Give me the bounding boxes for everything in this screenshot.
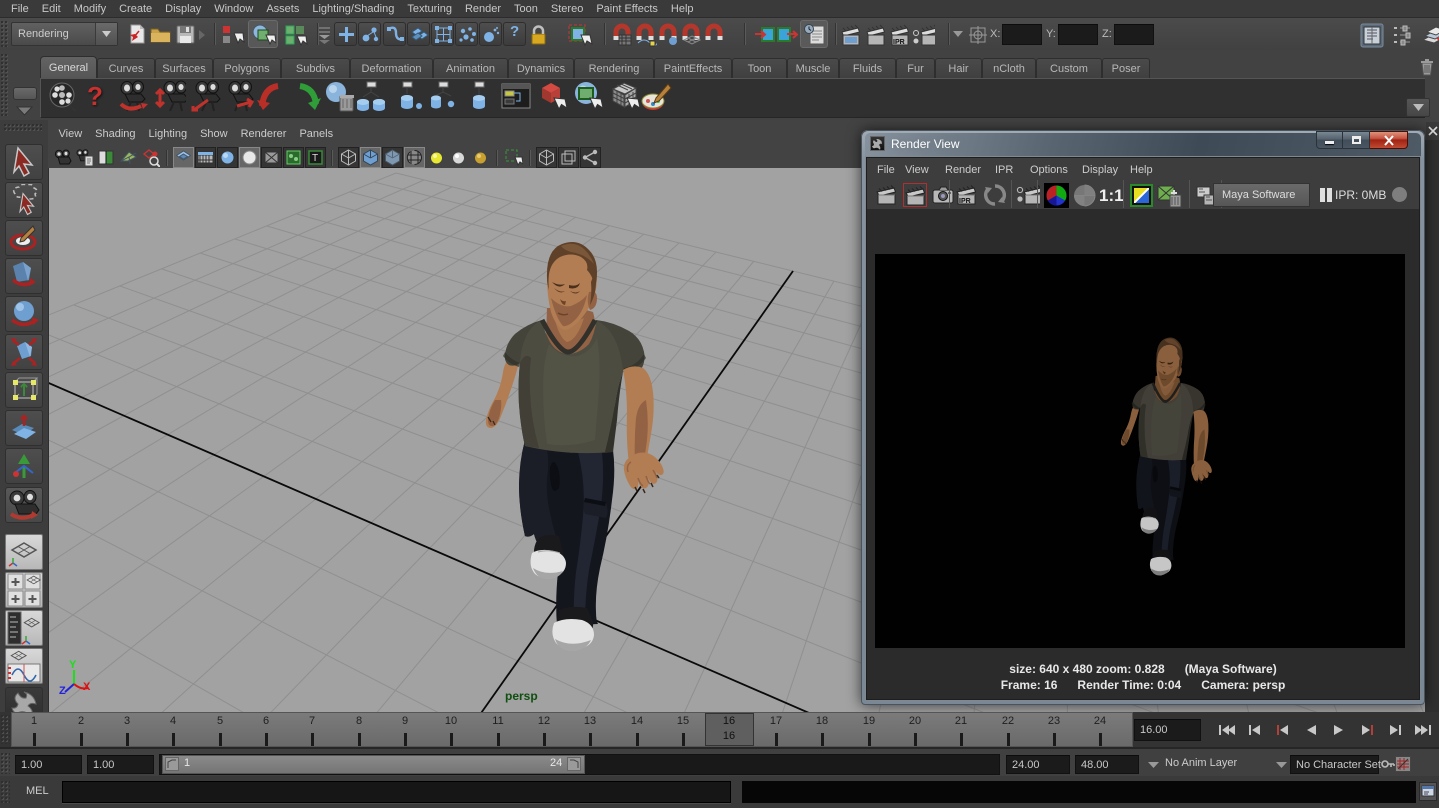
svg-text:IPR: IPR xyxy=(959,198,971,205)
svg-text:T: T xyxy=(312,153,318,164)
svg-text:Y: Y xyxy=(69,659,77,671)
svg-text:Z: Z xyxy=(59,685,66,697)
svg-text:IPR: IPR xyxy=(893,39,905,46)
svg-text:persp: persp xyxy=(505,689,538,703)
svg-text:X: X xyxy=(83,681,91,693)
